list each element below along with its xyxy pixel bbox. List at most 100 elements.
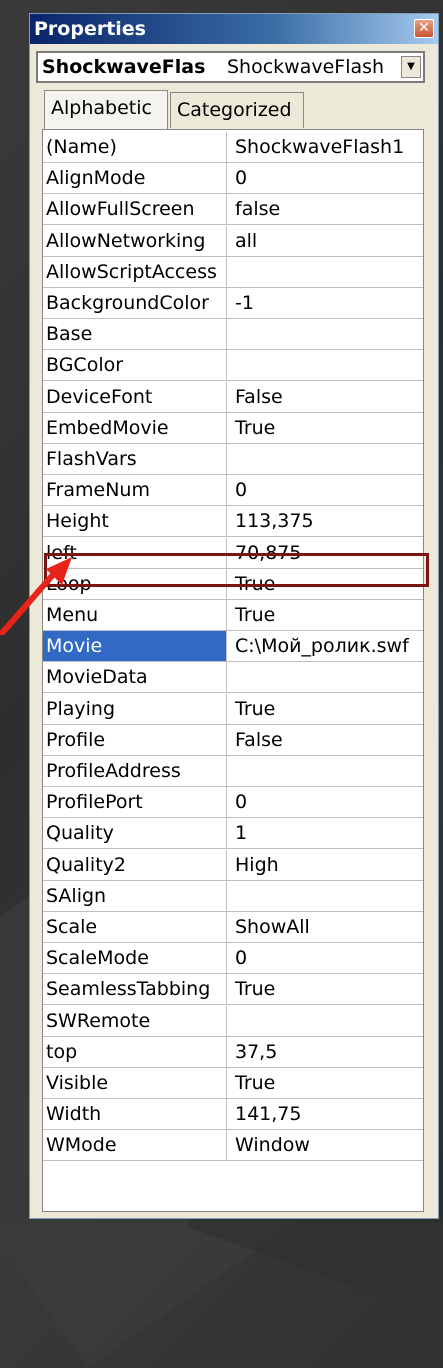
property-row[interactable]: Height 113,375 [43, 506, 423, 537]
property-value[interactable]: -1 [232, 288, 423, 318]
property-row[interactable]: MovieData [43, 662, 423, 693]
property-value[interactable] [232, 662, 423, 692]
property-row[interactable]: SeamlessTabbing True [43, 974, 423, 1005]
property-name[interactable]: Profile [43, 725, 227, 755]
property-value[interactable]: True [232, 1068, 423, 1098]
property-value[interactable]: True [232, 694, 423, 724]
property-name[interactable]: Movie [43, 631, 227, 661]
property-row[interactable]: Quality 1 [43, 818, 423, 849]
property-name[interactable]: Visible [43, 1068, 227, 1098]
property-row[interactable]: AllowScriptAccess [43, 257, 423, 288]
property-value[interactable]: ShockwaveFlash1 [232, 132, 423, 162]
property-name[interactable]: MovieData [43, 662, 227, 692]
property-row[interactable]: AllowNetworking all [43, 226, 423, 257]
property-value[interactable]: True [232, 600, 423, 630]
property-name[interactable]: Width [43, 1099, 227, 1129]
object-selector[interactable]: ShockwaveFlas ShockwaveFlash ▼ [36, 51, 425, 83]
property-name[interactable]: ProfileAddress [43, 756, 227, 786]
property-row[interactable]: Profile False [43, 725, 423, 756]
property-value[interactable]: 113,375 [232, 506, 423, 536]
property-name[interactable]: SWRemote [43, 1006, 227, 1036]
property-value[interactable]: 141,75 [232, 1099, 423, 1129]
property-row[interactable]: EmbedMovie True [43, 413, 423, 444]
property-value[interactable] [232, 444, 423, 474]
property-name[interactable]: BackgroundColor [43, 288, 227, 318]
property-name[interactable]: AllowScriptAccess [43, 257, 227, 287]
property-row[interactable]: Base [43, 319, 423, 350]
property-name[interactable]: SeamlessTabbing [43, 974, 227, 1004]
property-value[interactable]: Window [232, 1130, 423, 1160]
property-value[interactable] [232, 350, 423, 380]
property-value[interactable]: 0 [232, 475, 423, 505]
property-name[interactable]: Height [43, 506, 227, 536]
property-value[interactable]: ShowAll [232, 912, 423, 942]
property-value[interactable]: C:\Мой_ролик.swf [232, 631, 423, 661]
property-row[interactable]: AllowFullScreen false [43, 194, 423, 225]
property-name[interactable]: Quality2 [43, 850, 227, 880]
property-row[interactable]: SWRemote [43, 1006, 423, 1037]
property-row[interactable]: Quality2 High [43, 850, 423, 881]
tab-categorized[interactable]: Categorized [170, 92, 304, 128]
property-name[interactable]: top [43, 1037, 227, 1067]
property-row[interactable]: Loop True [43, 569, 423, 600]
property-value[interactable]: High [232, 850, 423, 880]
property-value[interactable]: 0 [232, 163, 423, 193]
title-bar[interactable]: Properties ✕ [30, 14, 438, 44]
property-name[interactable]: Quality [43, 818, 227, 848]
property-row[interactable]: FlashVars [43, 444, 423, 475]
property-value[interactable]: 37,5 [232, 1037, 423, 1067]
property-value[interactable]: True [232, 413, 423, 443]
property-row[interactable]: Movie C:\Мой_ролик.swf [43, 631, 423, 662]
property-row[interactable]: FrameNum 0 [43, 475, 423, 506]
property-row[interactable]: BackgroundColor -1 [43, 288, 423, 319]
property-name[interactable]: ProfilePort [43, 787, 227, 817]
property-value[interactable]: 70,875 [232, 538, 423, 568]
property-value[interactable]: 0 [232, 787, 423, 817]
close-button[interactable]: ✕ [414, 19, 434, 38]
property-value[interactable] [232, 319, 423, 349]
property-name[interactable]: AlignMode [43, 163, 227, 193]
property-row[interactable]: Visible True [43, 1068, 423, 1099]
property-name[interactable]: FlashVars [43, 444, 227, 474]
property-value[interactable] [232, 1006, 423, 1036]
property-value[interactable] [232, 881, 423, 911]
property-value[interactable]: all [232, 226, 423, 256]
property-name[interactable]: FrameNum [43, 475, 227, 505]
property-value[interactable]: false [232, 194, 423, 224]
property-name[interactable]: ScaleMode [43, 943, 227, 973]
property-row[interactable]: Width 141,75 [43, 1099, 423, 1130]
property-row[interactable]: Playing True [43, 694, 423, 725]
property-name[interactable]: Scale [43, 912, 227, 942]
tab-alphabetic[interactable]: Alphabetic [44, 90, 168, 129]
property-name[interactable]: DeviceFont [43, 382, 227, 412]
property-row[interactable]: ProfilePort 0 [43, 787, 423, 818]
property-value[interactable]: True [232, 569, 423, 599]
property-row[interactable]: left 70,875 [43, 538, 423, 569]
property-value[interactable]: False [232, 725, 423, 755]
property-row[interactable]: Menu True [43, 600, 423, 631]
property-name[interactable]: AllowNetworking [43, 226, 227, 256]
dropdown-button[interactable]: ▼ [401, 56, 421, 78]
property-name[interactable]: Playing [43, 694, 227, 724]
property-row[interactable]: BGColor [43, 350, 423, 381]
property-row[interactable]: ScaleMode 0 [43, 943, 423, 974]
property-name[interactable]: WMode [43, 1130, 227, 1160]
property-name[interactable]: Base [43, 319, 227, 349]
property-row[interactable]: (Name) ShockwaveFlash1 [43, 132, 423, 163]
property-row[interactable]: top 37,5 [43, 1037, 423, 1068]
property-row[interactable]: WMode Window [43, 1130, 423, 1161]
property-row[interactable]: SAlign [43, 881, 423, 912]
property-name[interactable]: (Name) [43, 132, 227, 162]
property-value[interactable] [232, 257, 423, 287]
property-row[interactable]: ProfileAddress [43, 756, 423, 787]
property-row[interactable]: AlignMode 0 [43, 163, 423, 194]
property-name[interactable]: BGColor [43, 350, 227, 380]
property-row[interactable]: Scale ShowAll [43, 912, 423, 943]
property-value[interactable]: False [232, 382, 423, 412]
property-value[interactable]: 0 [232, 943, 423, 973]
property-value[interactable]: True [232, 974, 423, 1004]
property-value[interactable] [232, 756, 423, 786]
property-name[interactable]: EmbedMovie [43, 413, 227, 443]
property-row[interactable]: DeviceFont False [43, 382, 423, 413]
property-value[interactable]: 1 [232, 818, 423, 848]
